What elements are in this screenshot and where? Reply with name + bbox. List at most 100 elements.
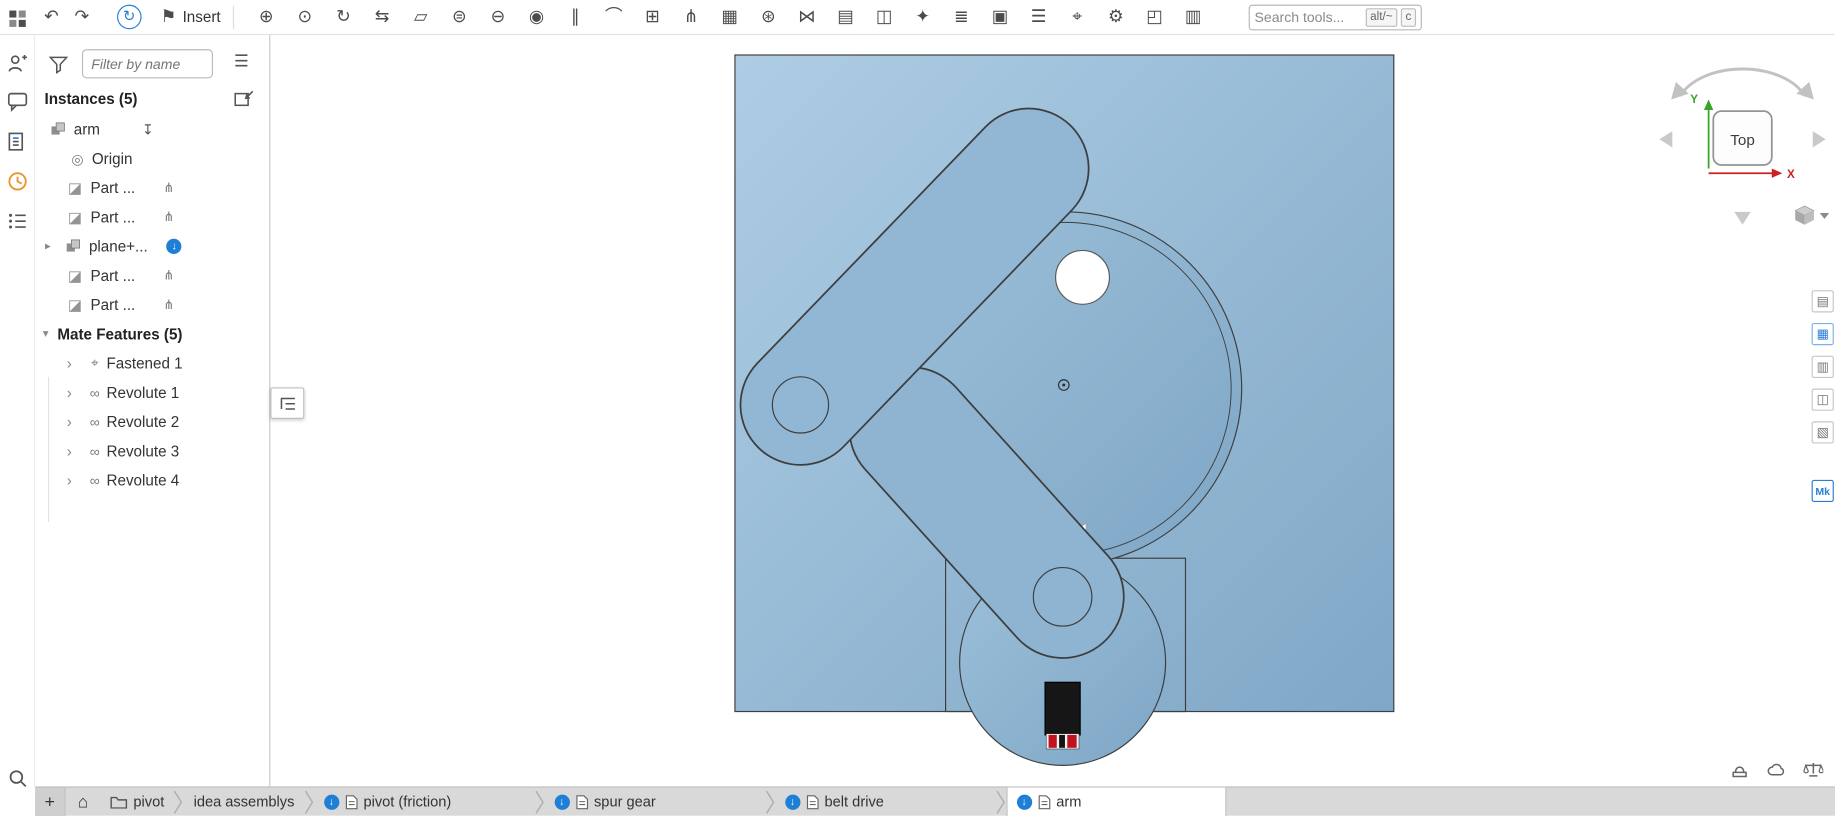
tab-arm[interactable]: ↓ arm <box>1005 787 1226 816</box>
slider-mate-icon[interactable]: ⇆ <box>370 4 393 30</box>
collapse-chevron-icon[interactable]: ▾ <box>39 328 53 341</box>
home-button[interactable]: ⌂ <box>66 787 101 816</box>
measure-tool-icon[interactable]: ⌖ <box>1066 4 1089 30</box>
cylindrical-mate-icon[interactable]: ⊜ <box>448 4 471 30</box>
chevron-right-icon[interactable]: › <box>67 442 83 460</box>
mate-feature-row[interactable]: › ⌖ Fastened 1 <box>35 349 269 378</box>
view-cube-menu-button[interactable] <box>1794 205 1830 225</box>
linear-pattern-icon[interactable]: ▦ <box>718 4 741 30</box>
mate-connector-tool-icon[interactable]: ⋔ <box>679 4 702 30</box>
cloud-status-icon[interactable] <box>1766 761 1787 780</box>
snapshot-tool-icon[interactable]: ▣ <box>988 4 1011 30</box>
chevron-right-icon[interactable]: › <box>67 413 83 431</box>
instances-header: Instances (5) <box>44 90 138 108</box>
3d-scene[interactable]: Top Y X <box>270 35 1835 786</box>
mate-features-header-row[interactable]: ▾ Mate Features (5) <box>35 319 269 348</box>
chevron-right-icon[interactable]: › <box>67 472 83 490</box>
exploded-view-icon[interactable]: ✦ <box>911 4 934 30</box>
mate-feature-row[interactable]: › ∞ Revolute 3 <box>35 437 269 466</box>
instance-label-plane: plane+... <box>88 237 148 256</box>
view-down-arrow[interactable] <box>1734 211 1751 225</box>
tab-belt-drive[interactable]: ↓ belt drive <box>775 787 995 816</box>
insert-instance-icon[interactable] <box>234 90 255 107</box>
search-tools-box[interactable]: Search tools... alt/~ c <box>1248 4 1422 31</box>
parallel-mate-icon[interactable]: ∥ <box>564 4 587 30</box>
snapshot-icon[interactable] <box>1730 761 1750 780</box>
frame-tool-icon[interactable]: ◰ <box>1143 4 1166 30</box>
instance-row-part-4[interactable]: ◪ Part ... ⋔ <box>35 290 269 319</box>
instance-row-arm[interactable]: arm ↧ <box>35 115 269 144</box>
view-right-arrow[interactable] <box>1812 131 1826 148</box>
mk-panel-tab[interactable]: Mk <box>1811 479 1834 503</box>
circular-pattern-icon[interactable]: ⊛ <box>757 4 780 30</box>
right-panel-tab-appearance[interactable]: ▤ <box>1811 290 1834 313</box>
chevron-right-icon[interactable]: › <box>67 355 83 373</box>
group-tool-icon[interactable]: ⊞ <box>641 4 664 30</box>
instance-row-origin[interactable]: ◎ Origin <box>35 144 269 173</box>
view-left-arrow[interactable] <box>1659 131 1673 148</box>
units-scale-icon[interactable] <box>1803 761 1824 780</box>
folder-breadcrumb[interactable]: pivot <box>101 787 174 816</box>
instance-row-part-2[interactable]: ◪ Part ... ⋔ <box>35 202 269 231</box>
feature-list-icon[interactable] <box>7 211 28 232</box>
rotate-view-tool-icon[interactable]: ↻ <box>117 4 142 30</box>
motor[interactable] <box>1044 681 1081 750</box>
instance-row-part-1[interactable]: ◪ Part ... ⋔ <box>35 173 269 202</box>
tab-chevron-icon <box>534 790 544 814</box>
named-positions-icon[interactable]: ≣ <box>950 4 973 30</box>
lower-arm-joint[interactable] <box>1032 567 1093 627</box>
graphics-viewport[interactable]: Top Y X ▤ ▦ ▥ ◫ ▧ Mk <box>270 35 1835 787</box>
assembly-tree-panel: ☰ Instances (5) arm ↧ ◎ Origin ◪ Part ..… <box>35 35 271 787</box>
fixed-anchor-icon[interactable]: ↧ <box>142 121 154 137</box>
tab-pivot-friction[interactable]: ↓ pivot (friction) <box>314 787 534 816</box>
versions-history-icon[interactable] <box>7 171 28 192</box>
mate-feature-row[interactable]: › ∞ Revolute 2 <box>35 407 269 436</box>
redo-icon[interactable]: ↷ <box>70 4 93 30</box>
comments-icon[interactable] <box>7 91 28 112</box>
revolute-mate-icon[interactable]: ↻ <box>332 4 355 30</box>
drawing-tool-icon[interactable]: ▥ <box>1181 4 1204 30</box>
right-panel-tab-custom-tables[interactable]: ▧ <box>1811 421 1834 444</box>
expand-chevron-icon[interactable]: ▸ <box>41 240 55 253</box>
pin-slot-mate-icon[interactable]: ⊖ <box>486 4 509 30</box>
share-users-icon[interactable] <box>7 53 28 74</box>
standard-content-icon[interactable]: ▤ <box>834 4 857 30</box>
assembly-tab-icon <box>345 794 358 809</box>
right-panel-tab-bom[interactable]: ▥ <box>1811 355 1834 379</box>
right-panel-tab-parts[interactable]: ▦ <box>1811 322 1834 346</box>
right-panel-tab-configurations[interactable]: ◫ <box>1811 388 1834 411</box>
view-orientation-widget[interactable]: Top Y X <box>1659 67 1830 225</box>
instance-row-part-3[interactable]: ◪ Part ... ⋔ <box>35 261 269 290</box>
chevron-right-icon[interactable]: › <box>67 384 83 402</box>
document-panel-icon[interactable] <box>7 131 28 152</box>
replicate-icon[interactable]: ⋈ <box>795 4 818 30</box>
tab-spur-gear[interactable]: ↓ spur gear <box>545 787 765 816</box>
sheet-metal-icon[interactable]: ◫ <box>872 4 895 30</box>
filter-by-name-input[interactable] <box>81 49 213 79</box>
app-logo-icon[interactable] <box>7 6 28 27</box>
bom-icon[interactable]: ☰ <box>1027 4 1050 30</box>
instance-label-arm: arm <box>73 120 100 139</box>
gear-hole[interactable] <box>1055 249 1111 305</box>
update-available-icon[interactable]: ↓ <box>166 238 182 254</box>
planar-mate-icon[interactable]: ▱ <box>409 4 432 30</box>
search-panel-icon[interactable] <box>7 768 28 789</box>
tree-panel-toggle-button[interactable] <box>270 387 305 419</box>
ball-mate-icon[interactable]: ◉ <box>525 4 548 30</box>
new-tab-button[interactable]: + <box>35 787 66 816</box>
mass-properties-icon[interactable]: ⚙ <box>1104 4 1127 30</box>
insert-button[interactable]: ⚑ Insert <box>160 4 221 30</box>
filter-icon[interactable] <box>49 55 68 74</box>
upper-arm-joint[interactable] <box>771 376 830 434</box>
undo-icon[interactable]: ↶ <box>40 4 63 30</box>
part-icon: ◪ <box>67 295 83 314</box>
workspace-breadcrumb[interactable]: idea assemblys <box>184 787 304 816</box>
tree-view-options-icon[interactable]: ☰ <box>234 51 249 71</box>
instance-row-plane-subassembly[interactable]: ▸ plane+... ↓ <box>35 232 269 261</box>
tangent-mate-icon[interactable]: ⌒ <box>602 4 625 30</box>
insert-flag-icon: ⚑ <box>160 6 177 27</box>
mate-feature-row[interactable]: › ∞ Revolute 4 <box>35 466 269 495</box>
fastened-mate-icon[interactable]: ⊙ <box>293 4 316 30</box>
mate-tool-icon[interactable]: ⊕ <box>255 4 278 30</box>
mate-feature-row[interactable]: › ∞ Revolute 1 <box>35 378 269 407</box>
